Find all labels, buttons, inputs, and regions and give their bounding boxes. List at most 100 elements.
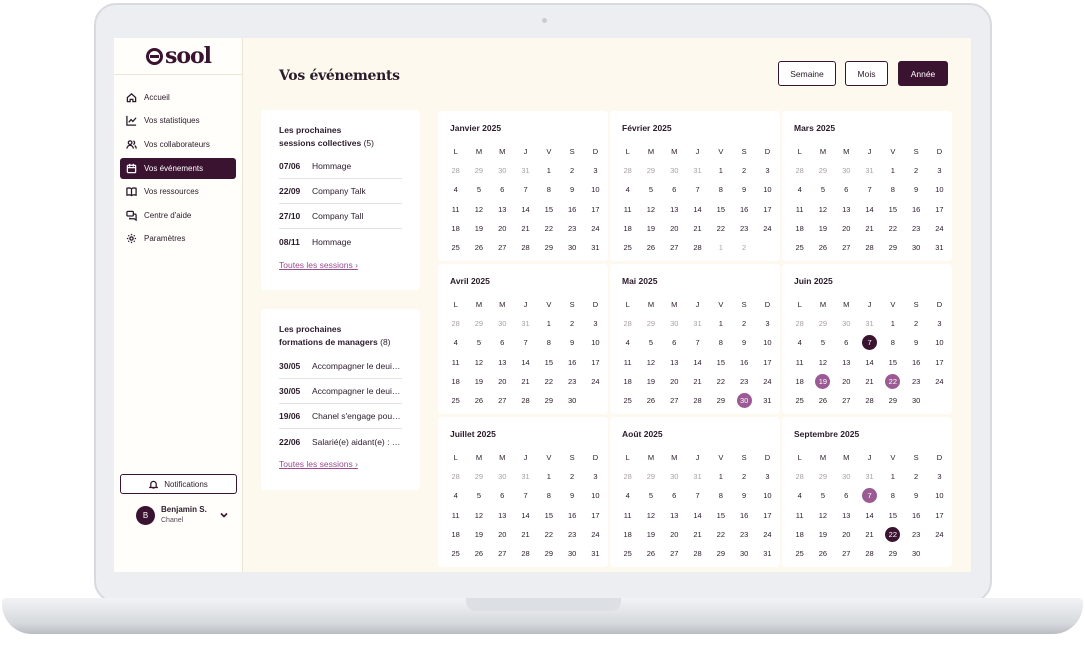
day-cell[interactable]: 24	[928, 525, 951, 544]
training-item[interactable]: 22/06 Salarié(e) aidant(e) : comment l'ac…	[279, 429, 402, 454]
day-cell[interactable]: 17	[584, 353, 607, 372]
day-cell[interactable]: 18	[788, 372, 811, 391]
day-cell[interactable]: 12	[467, 200, 490, 219]
day-cell[interactable]: 29	[811, 467, 834, 486]
day-cell[interactable]: 5	[811, 486, 834, 505]
day-cell[interactable]: 17	[928, 200, 951, 219]
day-cell[interactable]: 5	[811, 180, 834, 199]
day-cell[interactable]: 4	[444, 333, 467, 352]
day-cell[interactable]: 13	[663, 353, 686, 372]
day-cell[interactable]: 1	[881, 314, 904, 333]
day-cell[interactable]: 3	[756, 161, 779, 180]
day-cell[interactable]: 21	[858, 219, 881, 238]
day-cell[interactable]: 1	[709, 238, 732, 257]
view-month-button[interactable]: Mois	[845, 61, 888, 86]
day-cell[interactable]: 4	[616, 333, 639, 352]
day-cell[interactable]: 2	[904, 314, 927, 333]
day-cell[interactable]: 30	[560, 544, 583, 563]
day-cell[interactable]: 14	[858, 353, 881, 372]
day-cell[interactable]: 25	[444, 238, 467, 257]
day-cell[interactable]: 30	[904, 238, 927, 257]
session-item[interactable]: 07/06 Hommage	[279, 154, 402, 179]
day-cell[interactable]: 18	[444, 219, 467, 238]
day-cell[interactable]: 21	[858, 372, 881, 391]
day-cell[interactable]: 18	[444, 372, 467, 391]
day-cell[interactable]: 13	[491, 506, 514, 525]
day-cell[interactable]: 28	[444, 314, 467, 333]
day-cell[interactable]: 25	[788, 238, 811, 257]
day-cell[interactable]: 20	[491, 525, 514, 544]
day-cell[interactable]: 10	[584, 486, 607, 505]
day-cell[interactable]: 28	[788, 467, 811, 486]
day-cell[interactable]: 10	[928, 180, 951, 199]
sidebar-item-statistiques[interactable]: Vos statistiques	[120, 110, 236, 131]
day-cell[interactable]: 28	[686, 544, 709, 563]
day-cell[interactable]: 29	[881, 544, 904, 563]
day-cell[interactable]: 7	[514, 333, 537, 352]
day-cell[interactable]: 8	[881, 486, 904, 505]
day-cell[interactable]: 13	[663, 200, 686, 219]
day-cell[interactable]: 22	[881, 525, 904, 544]
day-cell[interactable]: 23	[732, 525, 755, 544]
day-cell[interactable]: 13	[491, 353, 514, 372]
day-cell[interactable]: 16	[904, 200, 927, 219]
day-cell[interactable]: 29	[709, 544, 732, 563]
day-cell[interactable]: 23	[732, 372, 755, 391]
day-cell[interactable]: 8	[709, 333, 732, 352]
day-cell[interactable]: 28	[514, 238, 537, 257]
day-cell[interactable]: 28	[858, 391, 881, 410]
day-cell[interactable]: 7	[858, 333, 881, 352]
day-cell[interactable]: 18	[788, 219, 811, 238]
day-cell[interactable]: 15	[881, 353, 904, 372]
day-cell[interactable]: 29	[639, 467, 662, 486]
day-cell[interactable]: 14	[858, 506, 881, 525]
training-item[interactable]: 30/05 Accompagner le deuil au travail	[279, 354, 402, 379]
day-cell[interactable]: 24	[756, 525, 779, 544]
day-cell[interactable]: 4	[444, 486, 467, 505]
day-cell[interactable]: 1	[881, 467, 904, 486]
day-cell[interactable]: 27	[835, 391, 858, 410]
day-cell[interactable]: 28	[616, 467, 639, 486]
day-cell[interactable]: 10	[584, 180, 607, 199]
day-cell[interactable]: 25	[788, 544, 811, 563]
day-cell[interactable]: 25	[788, 391, 811, 410]
day-cell[interactable]: 15	[537, 200, 560, 219]
day-cell[interactable]: 16	[904, 353, 927, 372]
day-cell[interactable]: 7	[858, 180, 881, 199]
day-cell[interactable]: 30	[663, 161, 686, 180]
day-cell[interactable]: 28	[514, 544, 537, 563]
session-item[interactable]: 22/09 Company Talk	[279, 179, 402, 204]
day-cell[interactable]: 4	[616, 486, 639, 505]
day-cell[interactable]: 24	[928, 219, 951, 238]
day-cell[interactable]: 25	[444, 391, 467, 410]
training-item[interactable]: 30/05 Accompagner le deuil au travail	[279, 379, 402, 404]
day-cell[interactable]: 31	[686, 314, 709, 333]
session-item[interactable]: 08/11 Hommage	[279, 229, 402, 254]
day-cell[interactable]: 28	[444, 161, 467, 180]
day-cell[interactable]: 10	[584, 333, 607, 352]
day-cell[interactable]: 21	[686, 525, 709, 544]
day-cell[interactable]: 16	[732, 353, 755, 372]
view-year-button[interactable]: Année	[898, 61, 948, 86]
day-cell[interactable]: 19	[811, 372, 834, 391]
day-cell[interactable]: 2	[732, 238, 755, 257]
day-cell[interactable]: 9	[904, 486, 927, 505]
day-cell[interactable]: 19	[467, 219, 490, 238]
day-cell[interactable]: 22	[881, 219, 904, 238]
day-cell[interactable]: 12	[811, 353, 834, 372]
day-cell[interactable]: 1	[709, 161, 732, 180]
day-cell[interactable]: 9	[732, 333, 755, 352]
day-cell[interactable]: 31	[514, 467, 537, 486]
day-cell[interactable]: 8	[881, 180, 904, 199]
day-cell[interactable]: 15	[881, 200, 904, 219]
day-cell[interactable]: 2	[904, 161, 927, 180]
day-cell[interactable]: 19	[811, 525, 834, 544]
day-cell[interactable]: 19	[639, 525, 662, 544]
day-cell[interactable]: 30	[835, 467, 858, 486]
day-cell[interactable]: 3	[584, 314, 607, 333]
day-cell[interactable]: 11	[788, 200, 811, 219]
day-cell[interactable]: 17	[584, 200, 607, 219]
day-cell[interactable]: 30	[491, 314, 514, 333]
day-cell[interactable]: 9	[560, 333, 583, 352]
day-cell[interactable]: 23	[732, 219, 755, 238]
